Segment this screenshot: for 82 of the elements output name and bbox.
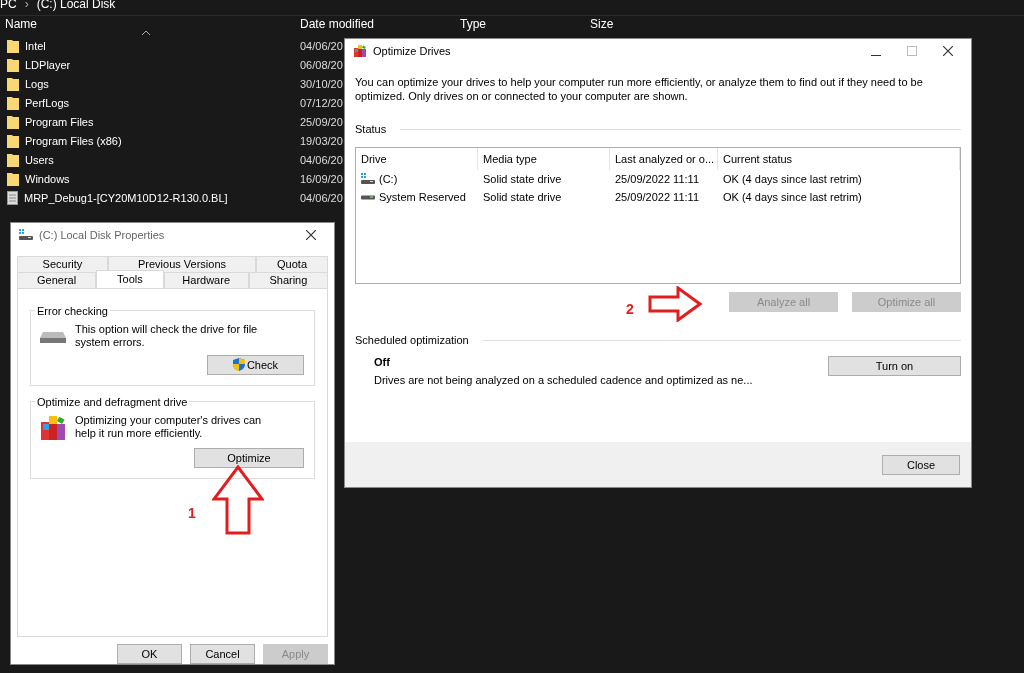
date-modified: 07/12/20 — [299, 96, 343, 109]
file-name[interactable]: Program Files — [25, 115, 94, 128]
window-title: Optimize Drives — [373, 45, 451, 57]
date-modified: 30/10/20 — [299, 77, 343, 90]
shield-icon — [232, 358, 245, 372]
file-name[interactable]: MRP_Debug1-[CY20M10D12-R130.0.BL] — [24, 191, 228, 204]
breadcrumb-item[interactable]: › — [24, 0, 29, 11]
table-cell[interactable]: (C:) — [379, 173, 398, 185]
date-modified: 16/09/20 — [299, 172, 343, 185]
group-title: Error checking — [36, 304, 109, 317]
folder-icon — [7, 57, 19, 72]
date-modified: 06/08/20 — [299, 58, 343, 71]
date-modified: 04/06/20 — [299, 153, 343, 166]
group-description: This option will check the drive for file system errors. — [75, 322, 259, 349]
schedule-state: Off — [374, 356, 391, 368]
breadcrumb-item[interactable]: (C:) Local Disk — [36, 0, 116, 11]
table-cell: Solid state drive — [483, 173, 562, 185]
close-icon — [306, 229, 316, 240]
drive-icon — [361, 194, 375, 200]
window-title: (C:) Local Disk Properties — [39, 228, 165, 241]
table-cell: Solid state drive — [483, 191, 562, 203]
file-name[interactable]: Intel — [25, 39, 46, 52]
sort-caret-icon — [142, 30, 150, 35]
file-name[interactable]: Windows — [25, 172, 70, 185]
table-cell: 25/09/2022 11:11 — [615, 191, 699, 203]
section-label: Scheduled optimization — [355, 334, 469, 346]
step-number: 2 — [626, 301, 634, 317]
section-label: Status — [355, 123, 387, 135]
check-button[interactable]: Check — [207, 354, 304, 375]
group-description: Optimizing your computer's drives can help it run more efficiently. — [75, 413, 263, 440]
folder-icon — [7, 38, 19, 53]
file-icon — [7, 190, 18, 205]
column-header[interactable]: Size — [585, 16, 614, 32]
file-name[interactable]: Program Files (x86) — [25, 134, 122, 147]
schedule-description: Drives are not being analyzed on a scheduled cadence and optimized as ne... — [374, 374, 753, 386]
file-name[interactable]: Users — [25, 153, 54, 166]
column-header[interactable]: Date modified — [295, 16, 375, 32]
folder-icon — [7, 171, 19, 186]
breadcrumb-item[interactable]: PC — [0, 0, 17, 11]
close-icon — [943, 46, 953, 56]
system-drive-icon — [19, 228, 33, 241]
column-header[interactable]: Drive — [356, 148, 478, 170]
table-cell: OK (4 days since last retrim) — [723, 173, 862, 185]
turn-on-button[interactable]: Turn on — [828, 356, 961, 376]
tab[interactable]: Quota — [256, 255, 328, 272]
column-header[interactable]: Current status — [718, 148, 960, 170]
date-modified: 25/09/20 — [299, 115, 343, 128]
column-header[interactable]: Name — [0, 16, 37, 32]
date-modified: 19/03/20 — [299, 134, 343, 147]
table-cell[interactable]: System Reserved — [379, 191, 466, 203]
arrow-icon — [647, 286, 702, 322]
tab[interactable]: Previous Versions — [107, 255, 257, 272]
arrow-icon — [211, 465, 264, 535]
defragment-icon — [353, 44, 367, 58]
folder-icon — [7, 95, 19, 110]
column-header[interactable]: Type — [455, 16, 486, 32]
folder-icon — [7, 76, 19, 91]
dialog-button[interactable]: OK — [117, 644, 182, 664]
minimize-icon — [871, 55, 881, 56]
folder-icon — [7, 152, 19, 167]
file-name[interactable]: LDPlayer — [25, 58, 71, 71]
table-cell: 25/09/2022 11:11 — [615, 173, 699, 185]
file-name[interactable]: Logs — [25, 77, 49, 90]
hard-drive-icon — [40, 330, 66, 344]
folder-icon — [7, 133, 19, 148]
maximize-icon — [907, 46, 917, 56]
date-modified: 04/06/20 — [299, 39, 343, 52]
system-drive-icon — [361, 173, 375, 185]
folder-icon — [7, 114, 19, 129]
description-text: You can optimize your drives to help your computer run more efficiently, or analyze them to find out if they need to be optimized. Only drives on or connected to your computer are shown. — [355, 75, 924, 103]
file-name[interactable]: PerfLogs — [25, 96, 70, 109]
date-modified: 04/06/20 — [299, 191, 343, 204]
optimize-button[interactable]: Optimize — [194, 447, 304, 468]
close-button[interactable]: Close — [882, 454, 960, 475]
column-header[interactable]: Media type — [478, 148, 610, 170]
dialog-button[interactable]: Cancel — [190, 644, 255, 664]
defragment-icon — [39, 413, 67, 442]
tab[interactable]: Security — [17, 255, 108, 272]
column-header[interactable]: Last analyzed or o... — [610, 148, 718, 170]
table-cell: OK (4 days since last retrim) — [723, 191, 862, 203]
group-title: Optimize and defragment drive — [36, 395, 189, 408]
step-number: 1 — [188, 505, 196, 521]
